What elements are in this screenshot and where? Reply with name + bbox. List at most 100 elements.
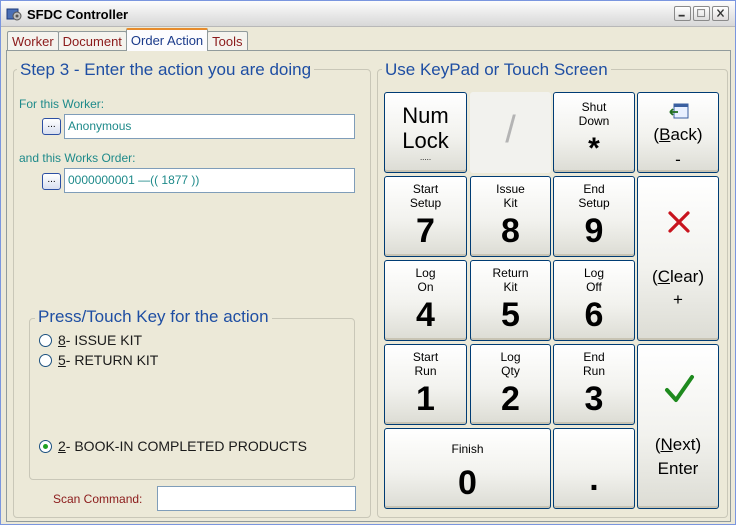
option-issue-kit[interactable]: 8 - ISSUE KIT bbox=[39, 332, 142, 348]
num-lock-label-2: Lock bbox=[402, 128, 449, 153]
key-9-label-2: Setup bbox=[578, 196, 610, 210]
maximize-icon bbox=[697, 9, 706, 18]
step-title: Step 3 - Enter the action you are doing bbox=[17, 60, 315, 80]
key-7[interactable]: Start Setup 7 bbox=[384, 176, 467, 257]
tab-tools[interactable]: Tools bbox=[207, 31, 248, 51]
clear-label-rest: lear) bbox=[669, 267, 704, 286]
key-3-digit: 3 bbox=[584, 380, 604, 418]
option-issue-kit-label: - ISSUE KIT bbox=[65, 332, 143, 348]
clear-key[interactable]: (Clear) + bbox=[637, 176, 719, 341]
next-label-accel: N bbox=[660, 435, 673, 454]
maximize-button[interactable] bbox=[693, 6, 710, 21]
key-1-label-2: Run bbox=[414, 364, 437, 378]
order-action-page: Step 3 - Enter the action you are doing … bbox=[6, 50, 731, 522]
worker-browse-button[interactable]: ... bbox=[42, 118, 61, 135]
title-bar[interactable]: SFDC Controller bbox=[1, 1, 735, 27]
works-order-browse-button[interactable]: ... bbox=[42, 173, 61, 190]
key-7-label-1: Start bbox=[412, 182, 439, 196]
key-5-label-1: Return bbox=[492, 266, 529, 280]
option-return-kit-key: 5 bbox=[58, 352, 66, 368]
key-9[interactable]: End Setup 9 bbox=[553, 176, 635, 257]
slash-key: / bbox=[470, 92, 551, 173]
back-label-rest: ack) bbox=[670, 125, 703, 144]
radio-return-kit[interactable] bbox=[39, 353, 52, 367]
key-8[interactable]: Issue Kit 8 bbox=[470, 176, 551, 257]
key-0[interactable]: Finish 0 bbox=[384, 428, 551, 509]
next-label: (Next) bbox=[638, 434, 718, 455]
key-8-label-2: Kit bbox=[503, 196, 518, 210]
scan-command-input[interactable] bbox=[157, 486, 356, 511]
close-button[interactable] bbox=[712, 6, 729, 21]
key-9-digit: 9 bbox=[584, 212, 604, 250]
key-1[interactable]: Start Run 1 bbox=[384, 344, 467, 425]
num-lock-label-1: Num bbox=[402, 103, 449, 128]
minimize-button[interactable] bbox=[674, 6, 691, 21]
key-7-digit: 7 bbox=[416, 212, 435, 250]
key-7-label-2: Setup bbox=[409, 196, 442, 210]
tab-document[interactable]: Document bbox=[57, 31, 127, 51]
enter-label: Enter bbox=[657, 459, 699, 478]
decimal-symbol: . bbox=[589, 460, 599, 498]
key-3-label-2: Run bbox=[582, 364, 605, 378]
key-4-label-1: Log bbox=[415, 266, 436, 280]
key-6[interactable]: Log Off 6 bbox=[553, 260, 635, 341]
works-order-label: and this Works Order: bbox=[19, 151, 136, 165]
key-0-label: Finish bbox=[451, 442, 484, 456]
key-6-label-2: Off bbox=[586, 280, 602, 294]
back-label: (Back) bbox=[638, 124, 718, 145]
worker-label: For this Worker: bbox=[19, 97, 105, 111]
key-2-label-2: Qty bbox=[501, 364, 520, 378]
num-lock-sub: ..... bbox=[419, 153, 432, 162]
option-book-in-label: - BOOK-IN COMPLETED PRODUCTS bbox=[65, 438, 307, 454]
close-icon bbox=[716, 9, 725, 17]
radio-issue-kit[interactable] bbox=[39, 333, 52, 347]
key-4[interactable]: Log On 4 bbox=[384, 260, 467, 341]
key-4-digit: 4 bbox=[416, 296, 435, 334]
option-book-in-key: 2 bbox=[58, 438, 66, 454]
app-window: SFDC Controller Worker Document Order Ac… bbox=[0, 0, 736, 525]
key-5-label-2: Kit bbox=[503, 280, 518, 294]
key-8-digit: 8 bbox=[501, 212, 520, 250]
clear-icon bbox=[668, 211, 690, 233]
works-order-field[interactable]: 0000000001 —(( 1877 )) bbox=[64, 168, 355, 193]
shutdown-symbol: * bbox=[588, 132, 600, 165]
key-3[interactable]: End Run 3 bbox=[553, 344, 635, 425]
key-2[interactable]: Log Qty 2 bbox=[470, 344, 551, 425]
worker-field[interactable]: Anonymous bbox=[64, 114, 355, 139]
option-issue-kit-key: 8 bbox=[58, 332, 66, 348]
shutdown-key[interactable]: Shut Down * bbox=[553, 92, 635, 173]
check-icon bbox=[665, 375, 694, 402]
key-1-digit: 1 bbox=[416, 380, 435, 418]
tab-strip: Worker Document Order Action Tools bbox=[7, 28, 248, 51]
back-label-accel: B bbox=[659, 125, 671, 144]
num-lock-key[interactable]: Num Lock ..... bbox=[384, 92, 467, 173]
key-5[interactable]: Return Kit 5 bbox=[470, 260, 551, 341]
tab-worker[interactable]: Worker bbox=[7, 31, 59, 51]
clear-label-accel: C bbox=[657, 267, 670, 286]
next-key[interactable]: (Next) Enter bbox=[637, 344, 719, 509]
option-return-kit-label: - RETURN KIT bbox=[65, 352, 159, 368]
clear-label: (Clear) bbox=[638, 266, 718, 287]
tab-order-action[interactable]: Order Action bbox=[125, 28, 209, 51]
key-9-label-1: End bbox=[583, 182, 605, 196]
option-book-in[interactable]: 2 - BOOK-IN COMPLETED PRODUCTS bbox=[39, 438, 307, 454]
key-2-digit: 2 bbox=[501, 380, 520, 418]
window-title: SFDC Controller bbox=[27, 7, 129, 22]
key-6-digit: 6 bbox=[584, 296, 604, 334]
slash-label: / bbox=[505, 109, 516, 151]
key-2-label-1: Log bbox=[500, 350, 521, 364]
option-return-kit[interactable]: 5 - RETURN KIT bbox=[39, 352, 158, 368]
action-title: Press/Touch Key for the action bbox=[35, 307, 272, 327]
app-icon bbox=[6, 8, 22, 21]
scan-command-label: Scan Command: bbox=[53, 492, 143, 506]
key-5-digit: 5 bbox=[501, 296, 520, 334]
key-3-label-1: End bbox=[583, 350, 605, 364]
back-key[interactable]: (Back) - bbox=[637, 92, 719, 173]
shutdown-label-1: Shut bbox=[581, 100, 607, 114]
back-symbol: - bbox=[675, 150, 681, 169]
radio-book-in[interactable] bbox=[39, 439, 52, 453]
key-0-digit: 0 bbox=[458, 464, 477, 502]
back-icon bbox=[669, 103, 689, 119]
clear-symbol: + bbox=[673, 290, 683, 309]
decimal-key[interactable]: . bbox=[553, 428, 635, 509]
